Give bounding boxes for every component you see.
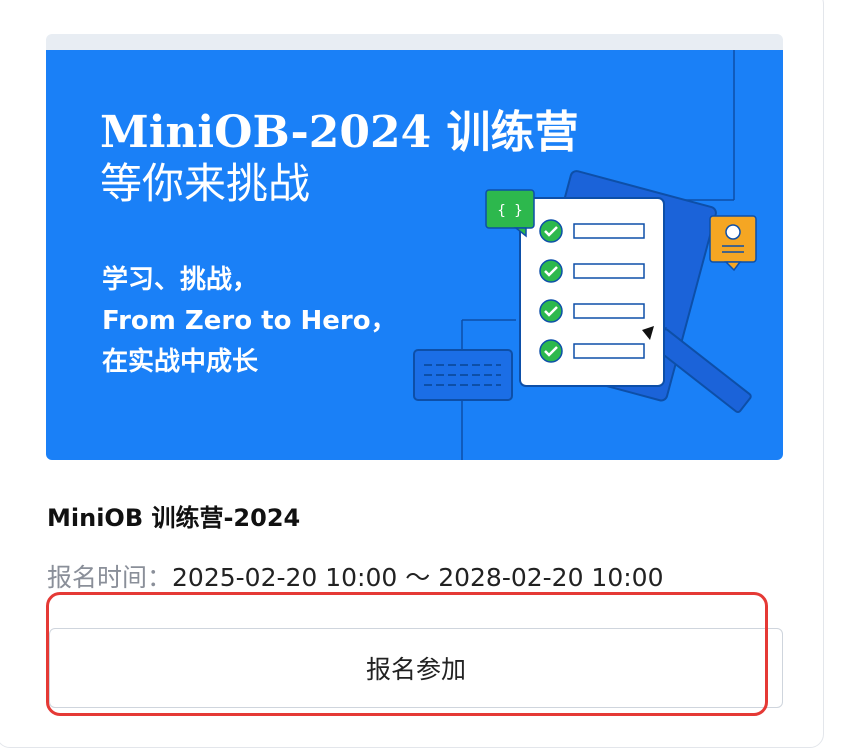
register-button[interactable]: 报名参加 [49,628,783,708]
course-title[interactable]: MiniOB 训练营-2024 [47,498,300,533]
registration-time-value: 2025-02-20 10:00 ～ 2028-02-20 10:00 [172,563,664,592]
banner-slogan: 学习、挑战， From Zero to Hero， 在实战中成长 [102,260,397,383]
banner-subtitle: 等你来挑战 [100,159,311,208]
code-badge: { } [497,203,522,219]
banner-line-2: From Zero to Hero， [102,306,397,336]
course-banner[interactable]: { } MiniOB-2024 训练营 等你来挑战 学习、挑战， From Ze… [46,34,783,460]
registration-time: 报名时间：2025-02-20 10:00 ～ 2028-02-20 10:00 [47,558,663,594]
banner-line-3: 在实战中成长 [102,347,259,377]
banner-line-1: 学习、挑战， [102,265,259,295]
registration-time-label: 报名时间： [47,563,173,592]
